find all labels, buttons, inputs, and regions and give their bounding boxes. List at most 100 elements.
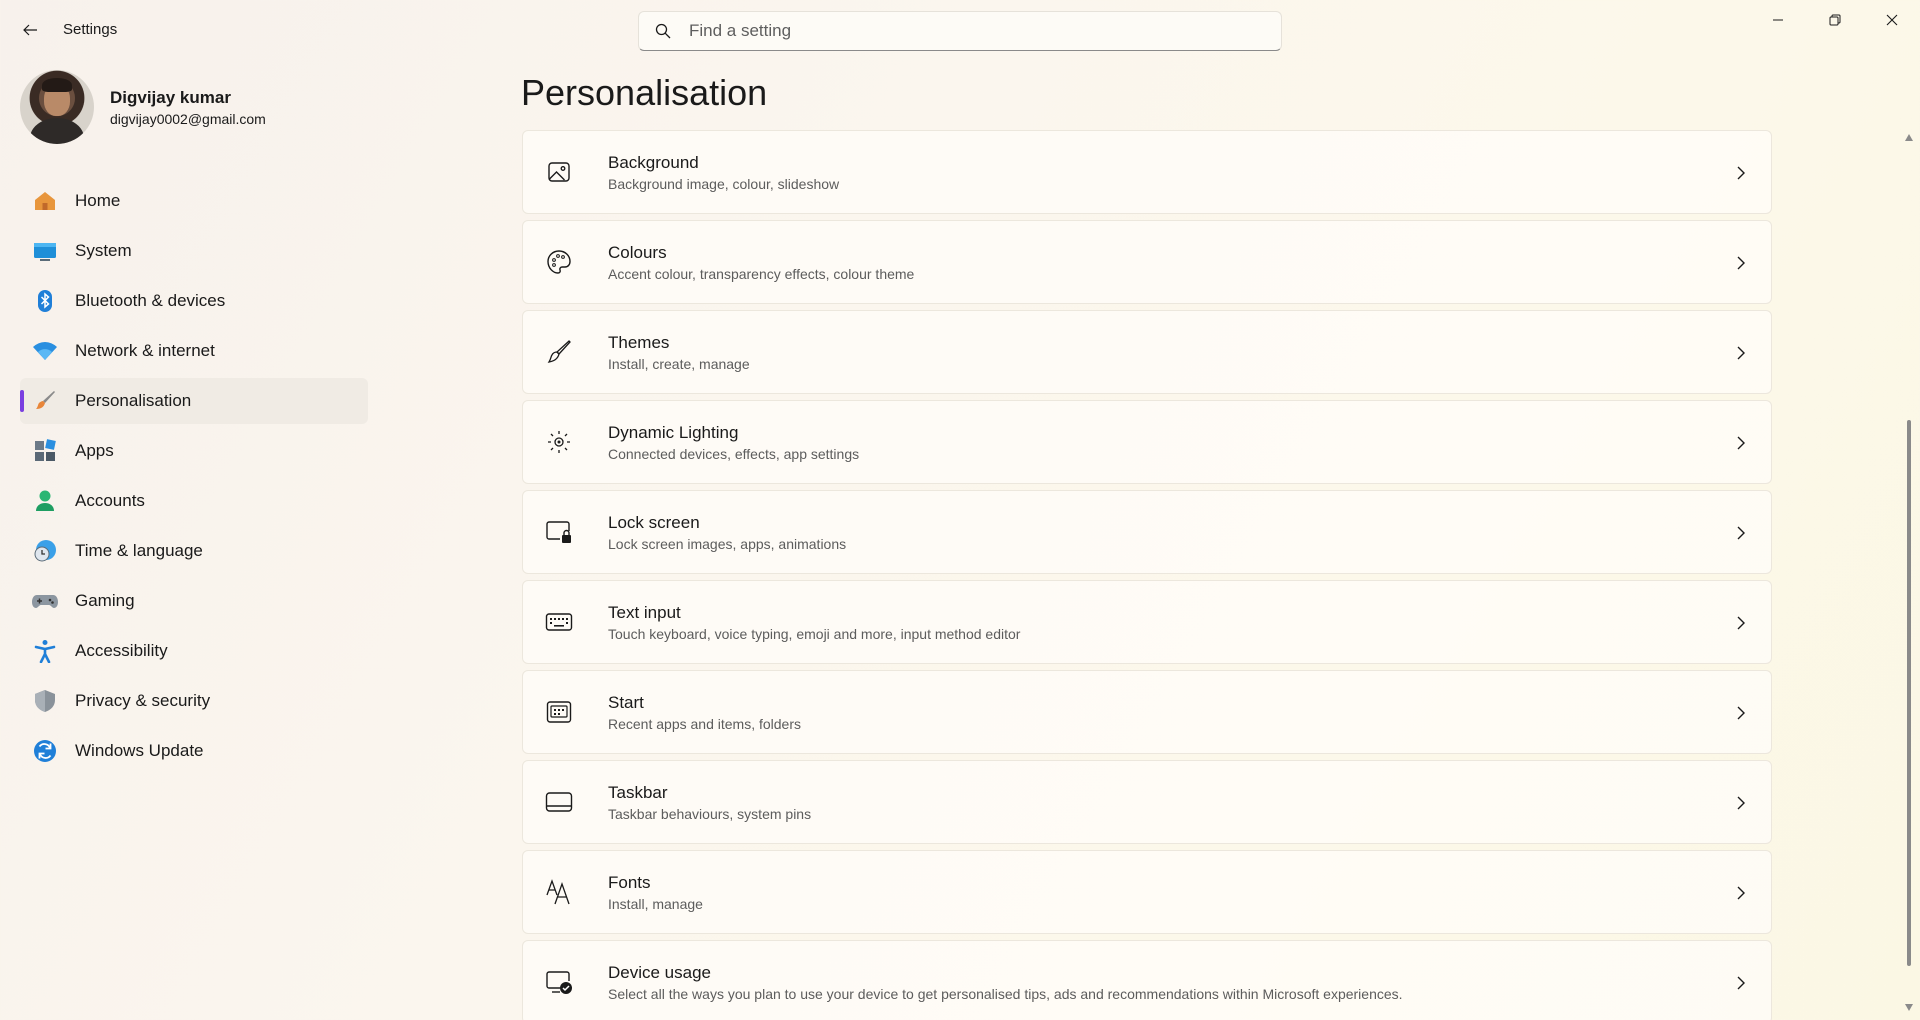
sidebar-item-label: Home	[75, 191, 121, 210]
search-input[interactable]	[689, 21, 1249, 41]
setting-subtitle: Touch keyboard, voice typing, emoji and …	[608, 625, 1021, 642]
chevron-right-icon	[1733, 703, 1749, 723]
keyboard-icon	[545, 608, 573, 636]
setting-fonts[interactable]: Fonts Install, manage	[522, 850, 1772, 934]
chevron-right-icon	[1733, 523, 1749, 543]
sidebar-item-label: Time & language	[75, 541, 203, 560]
sidebar-item-accessibility[interactable]: Accessibility	[20, 628, 368, 674]
search-box[interactable]	[638, 11, 1282, 51]
avatar	[20, 70, 94, 144]
setting-title: Lock screen	[608, 512, 700, 532]
home-icon	[32, 188, 58, 214]
app-title: Settings	[63, 21, 118, 38]
sidebar-item-network[interactable]: Network & internet	[20, 328, 368, 374]
lighting-icon	[545, 428, 573, 456]
window-controls	[1749, 0, 1920, 40]
close-button[interactable]	[1863, 0, 1920, 40]
chevron-right-icon	[1733, 973, 1749, 993]
sidebar-item-label: Gaming	[75, 591, 135, 610]
sidebar-item-windows-update[interactable]: Windows Update	[20, 728, 368, 774]
title-bar: Settings	[0, 0, 1920, 60]
setting-colours[interactable]: Colours Accent colour, transparency effe…	[522, 220, 1772, 304]
scroll-down-arrow-icon[interactable]	[1905, 1004, 1913, 1011]
sidebar-item-label: Windows Update	[75, 741, 204, 760]
setting-start[interactable]: Start Recent apps and items, folders	[522, 670, 1772, 754]
sidebar-item-label: Network & internet	[75, 341, 215, 360]
setting-title: Colours	[608, 242, 667, 262]
sidebar-nav: Home System Bluetooth & devices Network …	[20, 178, 368, 778]
sidebar-item-bluetooth[interactable]: Bluetooth & devices	[20, 278, 368, 324]
sidebar-item-accounts[interactable]: Accounts	[20, 478, 368, 524]
profile-name: Digvijay kumar	[110, 87, 231, 107]
restore-icon	[1829, 14, 1840, 26]
setting-subtitle: Taskbar behaviours, system pins	[608, 805, 812, 822]
sidebar-item-home[interactable]: Home	[20, 178, 368, 224]
brush-icon	[545, 338, 573, 366]
chevron-right-icon	[1733, 253, 1749, 273]
settings-list: Background Background image, colour, sli…	[522, 130, 1772, 1020]
palette-icon	[545, 248, 573, 276]
taskbar-icon	[545, 788, 573, 816]
chevron-right-icon	[1733, 343, 1749, 363]
chevron-right-icon	[1733, 793, 1749, 813]
setting-title: Background	[608, 152, 699, 172]
scrollbar[interactable]	[1904, 134, 1914, 1020]
profile-email: digvijay0002@gmail.com	[110, 110, 266, 127]
setting-title: Fonts	[608, 872, 651, 892]
sidebar-item-system[interactable]: System	[20, 228, 368, 274]
setting-title: Dynamic Lighting	[608, 422, 739, 442]
chevron-right-icon	[1733, 433, 1749, 453]
restore-button[interactable]	[1806, 0, 1863, 40]
scroll-up-arrow-icon[interactable]	[1905, 134, 1913, 141]
bluetooth-icon	[32, 288, 58, 314]
setting-subtitle: Select all the ways you plan to use your…	[608, 985, 1403, 1002]
chevron-right-icon	[1733, 163, 1749, 183]
monitor-icon	[32, 238, 58, 264]
apps-icon	[32, 438, 58, 464]
setting-subtitle: Recent apps and items, folders	[608, 715, 801, 732]
user-profile[interactable]: Digvijay kumar digvijay0002@gmail.com	[20, 70, 266, 144]
setting-subtitle: Background image, colour, slideshow	[608, 175, 840, 192]
setting-dynamic-lighting[interactable]: Dynamic Lighting Connected devices, effe…	[522, 400, 1772, 484]
setting-title: Themes	[608, 332, 670, 352]
setting-title: Taskbar	[608, 782, 668, 802]
close-icon	[1886, 14, 1897, 26]
back-button[interactable]	[14, 14, 46, 46]
search-icon	[655, 21, 675, 41]
setting-device-usage[interactable]: Device usage Select all the ways you pla…	[522, 940, 1772, 1020]
sidebar-item-apps[interactable]: Apps	[20, 428, 368, 474]
start-icon	[545, 698, 573, 726]
chevron-right-icon	[1733, 613, 1749, 633]
setting-background[interactable]: Background Background image, colour, sli…	[522, 130, 1772, 214]
device-usage-icon	[545, 968, 573, 996]
arrow-left-icon	[23, 24, 37, 36]
brush-icon	[32, 388, 58, 414]
setting-lock-screen[interactable]: Lock screen Lock screen images, apps, an…	[522, 490, 1772, 574]
sidebar-item-label: Accounts	[75, 491, 145, 510]
setting-themes[interactable]: Themes Install, create, manage	[522, 310, 1772, 394]
sidebar-item-label: Apps	[75, 441, 114, 460]
setting-text-input[interactable]: Text input Touch keyboard, voice typing,…	[522, 580, 1772, 664]
clock-globe-icon	[32, 538, 58, 564]
sidebar-item-gaming[interactable]: Gaming	[20, 578, 368, 624]
person-icon	[32, 488, 58, 514]
setting-title: Start	[608, 692, 644, 712]
sidebar-item-personalisation[interactable]: Personalisation	[20, 378, 368, 424]
setting-subtitle: Lock screen images, apps, animations	[608, 535, 847, 552]
page-title: Personalisation	[521, 72, 768, 113]
setting-title: Text input	[608, 602, 681, 622]
minimize-button[interactable]	[1749, 0, 1806, 40]
sidebar-item-time-language[interactable]: Time & language	[20, 528, 368, 574]
image-icon	[545, 158, 573, 186]
minimize-icon	[1772, 19, 1783, 21]
sidebar-item-label: System	[75, 241, 132, 260]
scroll-thumb[interactable]	[1907, 420, 1911, 966]
gamepad-icon	[32, 588, 58, 614]
setting-taskbar[interactable]: Taskbar Taskbar behaviours, system pins	[522, 760, 1772, 844]
shield-icon	[32, 688, 58, 714]
sidebar-item-label: Personalisation	[75, 391, 192, 410]
wifi-icon	[32, 338, 58, 364]
sidebar-item-privacy[interactable]: Privacy & security	[20, 678, 368, 724]
fonts-icon	[545, 878, 573, 906]
setting-title: Device usage	[608, 962, 712, 982]
